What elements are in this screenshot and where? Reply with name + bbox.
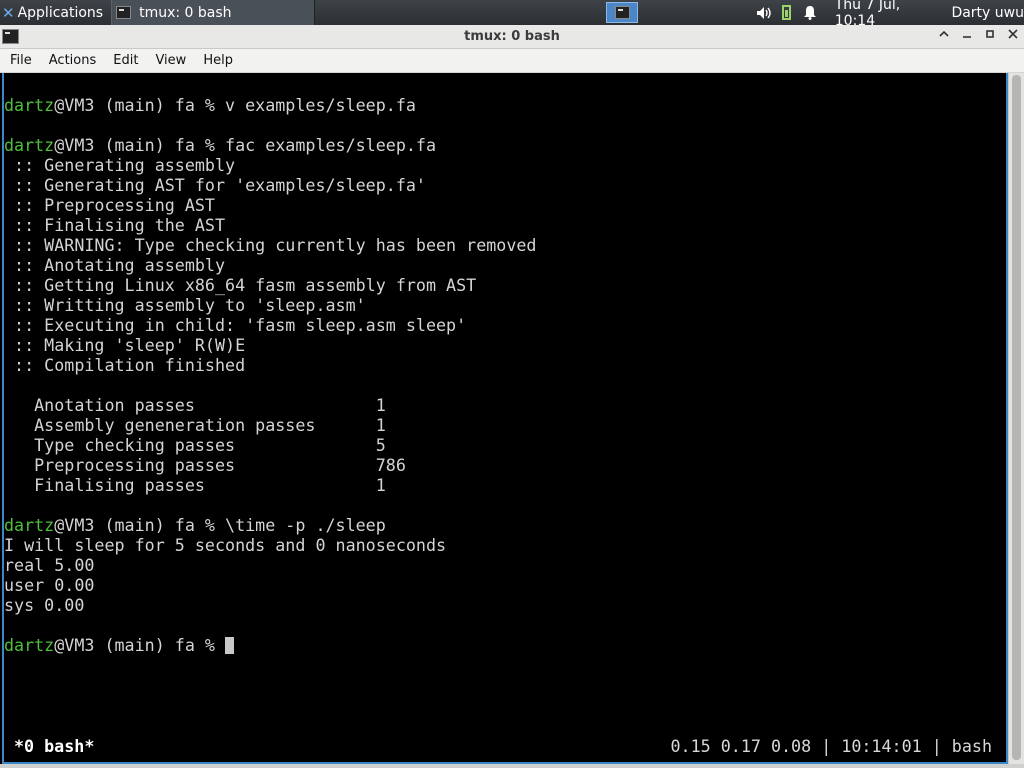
terminal-output-line: :: Getting Linux x86_64 fasm assembly fr…: [4, 275, 477, 295]
top-panel: ✕ Applications tmux: 0 bash Thu 7 Jul, 1…: [0, 0, 1024, 29]
applications-label: Applications: [17, 4, 104, 21]
window-title: tmux: 0 bash: [464, 29, 560, 44]
terminal-output-line: :: Compilation finished: [4, 355, 246, 375]
tmux-window-list[interactable]: *0 bash*: [14, 736, 94, 756]
terminal-cursor: [225, 637, 235, 654]
terminal-output-line: :: Anotating assembly: [4, 255, 226, 275]
window-title-bar[interactable]: tmux: 0 bash: [0, 25, 1024, 49]
prompt-user: dartz: [4, 515, 55, 535]
terminal-output-line: :: Preprocessing AST: [4, 195, 215, 215]
notification-bell-icon[interactable]: [802, 4, 819, 22]
terminal-active-prompt: dartz@VM3 (main) fa %: [4, 635, 536, 655]
terminal-scrollbar[interactable]: [1008, 73, 1024, 764]
restore-icon[interactable]: [982, 28, 998, 44]
panel-user-name[interactable]: Darty uwu: [951, 5, 1024, 21]
menu-edit[interactable]: Edit: [103, 53, 145, 68]
terminal-output-line: Finalising passes 1: [4, 475, 386, 495]
terminal-output-line: :: Writting assembly to 'sleep.asm': [4, 295, 366, 315]
scrollbar-thumb[interactable]: [1012, 75, 1021, 760]
terminal-area[interactable]: dartz@VM3 (main) fa % v examples/sleep.f…: [2, 73, 1008, 764]
terminal-output-line: :: WARNING: Type checking currently has …: [4, 235, 537, 255]
menu-actions[interactable]: Actions: [39, 53, 104, 68]
prompt-host-path: @VM3 (main) fa % \time -p ./sleep: [54, 515, 386, 535]
menu-help[interactable]: Help: [193, 53, 240, 68]
terminal-output-line: :: Making 'sleep' R(W)E: [4, 335, 246, 355]
minimize-icon[interactable]: [959, 28, 975, 44]
menu-view[interactable]: View: [145, 53, 193, 68]
terminal-output-line: Type checking passes 5: [4, 435, 386, 455]
menu-bar: File Actions Edit View Help: [0, 49, 1024, 73]
terminal-output-line: user 0.00: [4, 575, 95, 595]
terminal-output-line: real 5.00: [4, 555, 95, 575]
prompt-host-path: @VM3 (main) fa %: [54, 635, 226, 655]
tmux-status-right: 0.15 0.17 0.08 | 10:14:01 | bash: [670, 736, 993, 756]
prompt-user: dartz: [4, 135, 55, 155]
prompt-user: dartz: [4, 95, 55, 115]
taskbar-item-terminal[interactable]: tmux: 0 bash: [111, 0, 316, 25]
terminal-output-line: Preprocessing passes 786: [4, 455, 406, 475]
window-bottom-edge: [0, 764, 1024, 768]
system-tray: Thu 7 Jul, 10:14 Darty uwu: [755, 0, 1024, 29]
terminal-prompt-line: dartz@VM3 (main) fa % v examples/sleep.f…: [4, 95, 536, 115]
terminal-output: dartz@VM3 (main) fa % v examples/sleep.f…: [4, 95, 536, 655]
tmux-status-bar: *0 bash* 0.15 0.17 0.08 | 10:14:01 | bas…: [14, 736, 992, 756]
taskbar-item-label: tmux: 0 bash: [139, 4, 232, 21]
prompt-host-path: @VM3 (main) fa % fac examples/sleep.fa: [54, 135, 437, 155]
terminal-output-line: :: Finalising the AST: [4, 215, 226, 235]
workspace-switcher-button[interactable]: [606, 2, 638, 23]
applications-menu-button[interactable]: ✕ Applications: [0, 0, 105, 25]
prompt-host-path: @VM3 (main) fa % v examples/sleep.fa: [54, 95, 416, 115]
close-icon[interactable]: [1005, 28, 1021, 44]
terminal-icon: [614, 6, 630, 19]
maximize-up-icon[interactable]: [936, 28, 952, 44]
terminal-prompt-line: dartz@VM3 (main) fa % fac examples/sleep…: [4, 135, 536, 155]
terminal-output-line: :: Generating assembly: [4, 155, 236, 175]
xfce-logo-icon: ✕: [2, 3, 15, 22]
menu-file[interactable]: File: [0, 53, 39, 68]
battery-icon[interactable]: [778, 4, 795, 22]
terminal-output-line: :: Generating AST for 'examples/sleep.fa…: [4, 175, 426, 195]
terminal-prompt-line: dartz@VM3 (main) fa % \time -p ./sleep: [4, 515, 536, 535]
terminal-output-line: I will sleep for 5 seconds and 0 nanosec…: [4, 535, 447, 555]
terminal-output-line: :: Executing in child: 'fasm sleep.asm s…: [4, 315, 467, 335]
prompt-user: dartz: [4, 635, 55, 655]
terminal-icon: [116, 6, 132, 19]
terminal-output-line: sys 0.00: [4, 595, 85, 615]
volume-icon[interactable]: [755, 4, 772, 22]
terminal-output-line: Assembly geneneration passes 1: [4, 415, 386, 435]
terminal-output-line: Anotation passes 1: [4, 395, 386, 415]
